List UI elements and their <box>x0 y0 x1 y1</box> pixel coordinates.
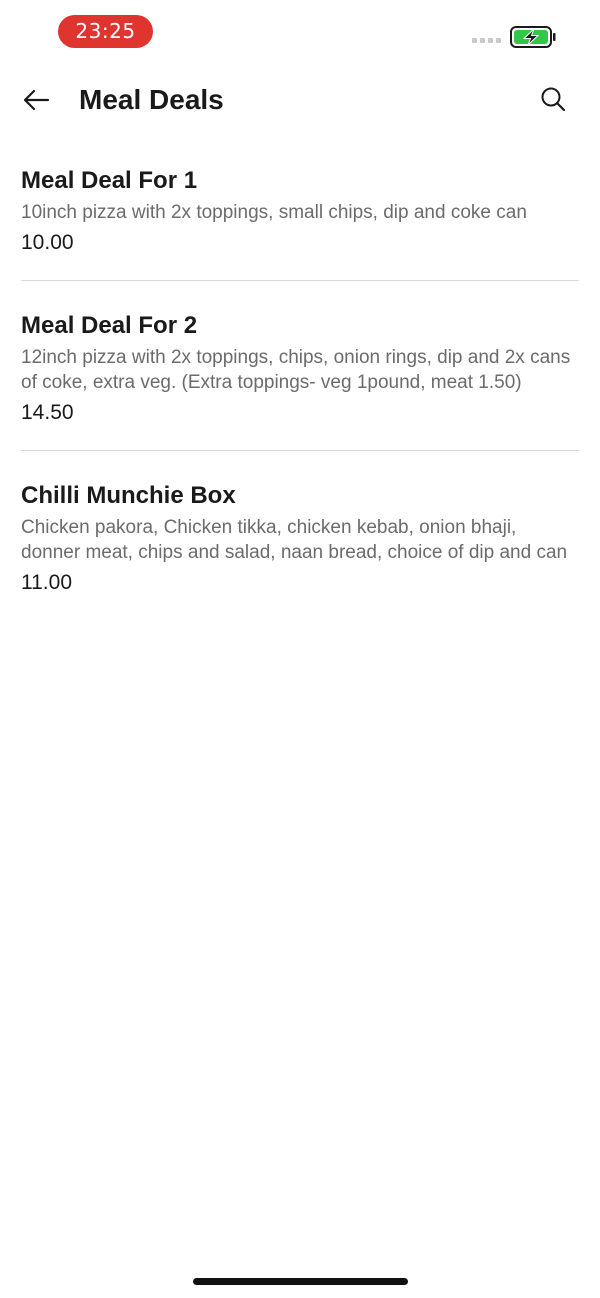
deal-description: 10inch pizza with 2x toppings, small chi… <box>21 202 527 223</box>
status-bar: 23:25 <box>0 0 600 62</box>
home-indicator[interactable] <box>193 1278 408 1285</box>
app-header: Meal Deals <box>0 62 600 136</box>
status-time: 23:25 <box>58 15 153 48</box>
deal-name: Meal Deal For 2 <box>21 312 198 339</box>
deal-name: Chilli Munchie Box <box>21 482 236 509</box>
deal-name: Meal Deal For 1 <box>21 167 198 194</box>
signal-icon <box>472 38 501 43</box>
deal-item-meal-deal-for-1[interactable]: Meal Deal For 1 10inch pizza with 2x top… <box>21 136 579 281</box>
deal-price: 14.50 <box>21 401 74 424</box>
arrow-left-icon <box>23 89 50 111</box>
back-button[interactable] <box>16 80 56 120</box>
battery-charging-icon <box>510 26 556 48</box>
search-icon <box>541 87 566 112</box>
deal-price: 11.00 <box>21 571 72 594</box>
deal-description: 12inch pizza with 2x toppings, chips, on… <box>21 347 571 393</box>
meal-deal-list: Meal Deal For 1 10inch pizza with 2x top… <box>0 136 600 620</box>
deal-description: Chicken pakora, Chicken tikka, chicken k… <box>21 517 568 563</box>
page-title: Meal Deals <box>79 84 224 115</box>
deal-item-chilli-munchie-box[interactable]: Chilli Munchie Box Chicken pakora, Chick… <box>21 451 579 620</box>
deal-price: 10.00 <box>21 231 74 254</box>
search-button[interactable] <box>532 78 574 120</box>
deal-item-meal-deal-for-2[interactable]: Meal Deal For 2 12inch pizza with 2x top… <box>21 281 579 451</box>
